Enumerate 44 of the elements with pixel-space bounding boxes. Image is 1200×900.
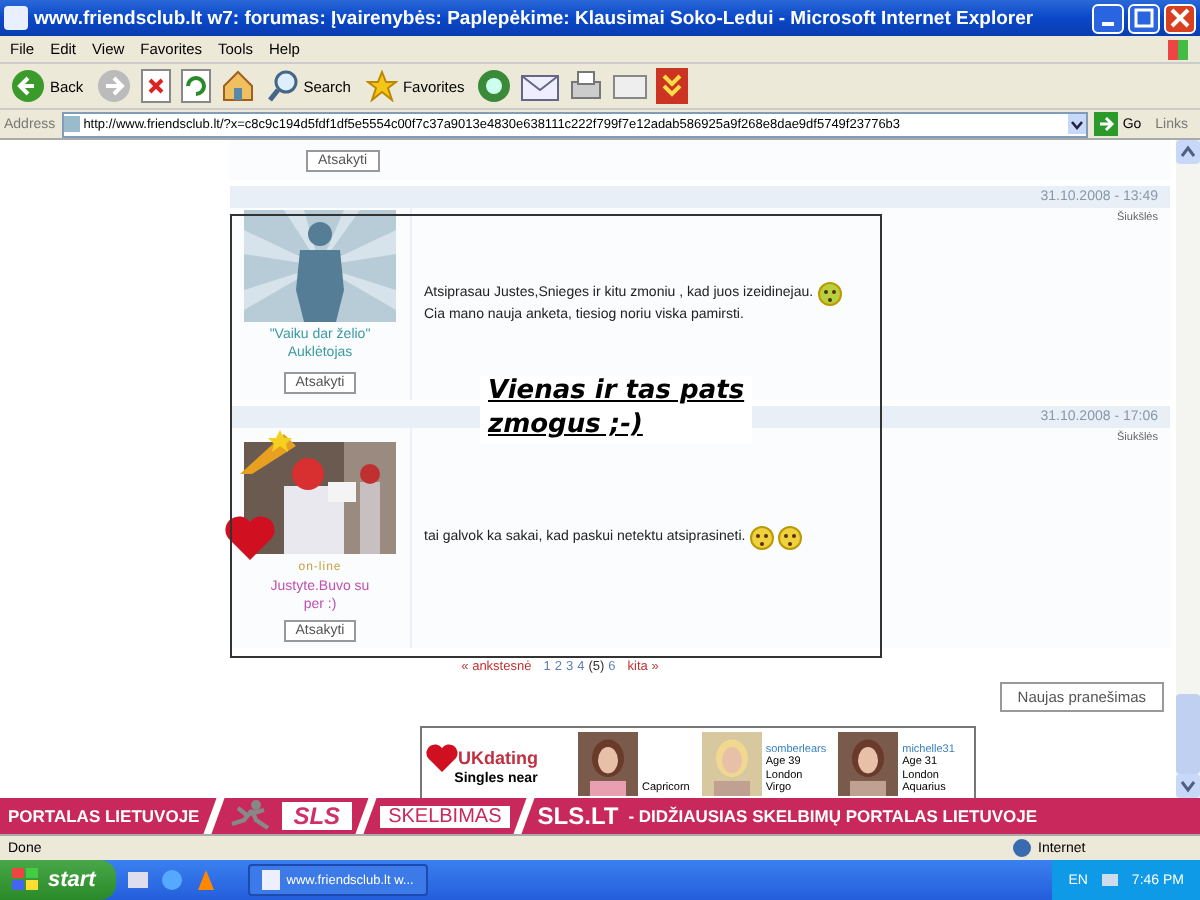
smiley-icon [777, 526, 802, 550]
stop-icon[interactable] [139, 68, 172, 104]
banner-site: SLS.LT [537, 802, 619, 830]
desktop-icon[interactable] [125, 868, 150, 892]
print-icon[interactable] [568, 70, 605, 102]
windows-logo-icon [12, 868, 40, 892]
minimize-button[interactable] [1092, 3, 1124, 33]
close-icon [1170, 8, 1190, 28]
scroll-down-button[interactable] [1176, 774, 1200, 798]
download-icon[interactable] [656, 68, 689, 104]
mail-icon[interactable] [520, 70, 561, 102]
banner-text: SKELBIMAS [380, 805, 510, 827]
banner[interactable]: PORTALAS LIETUVOJE SLS SKELBIMAS SLS.LT - DIDŽIAUSIAS SKELBIMŲ PORTALAS LIETUVOJE [0, 798, 1200, 834]
page-icon [63, 116, 80, 132]
smiley-icon [817, 282, 842, 307]
banner-text: PORTALAS LIETUVOJE [8, 806, 200, 826]
banner-logo: SLS [281, 802, 353, 830]
scrollbar-thumb[interactable] [1176, 694, 1200, 774]
heart-icon [426, 743, 458, 771]
refresh-icon[interactable] [179, 68, 212, 104]
network-icon[interactable] [1099, 870, 1120, 890]
maximize-button[interactable] [1128, 3, 1160, 33]
banner-text: - DIDŽIAUSIAS SKELBIMŲ PORTALAS LIETUVOJE [628, 806, 1038, 826]
scroll-up-button[interactable] [1176, 140, 1200, 164]
search-icon [267, 70, 300, 102]
cone-icon[interactable] [193, 868, 218, 892]
globe-icon [1012, 838, 1032, 858]
start-button[interactable]: start [0, 860, 116, 900]
media-icon[interactable] [476, 68, 513, 104]
home-icon[interactable] [219, 68, 256, 104]
star-icon [366, 70, 399, 102]
page-icon [261, 870, 281, 890]
runner-icon [227, 800, 272, 832]
maximize-icon [1134, 8, 1154, 28]
windows-logo-icon [1168, 39, 1188, 59]
close-button[interactable] [1164, 3, 1196, 33]
edit-icon[interactable] [612, 70, 649, 102]
window-title: www.friendsclub.lt w7: forumas: Įvairenybės: Paplepėkime: Klausimai Soko-Ledui - Microsoft Internet Explorer [34, 7, 1036, 29]
quote-text: Vienas ir tas pats zmogus ;-) [480, 376, 753, 444]
ad-brand: UKdating [458, 747, 538, 767]
star-ribbon-icon [240, 426, 300, 474]
smiley-icon [749, 526, 774, 550]
heart-icon [224, 514, 276, 562]
minimize-icon [1102, 22, 1114, 26]
